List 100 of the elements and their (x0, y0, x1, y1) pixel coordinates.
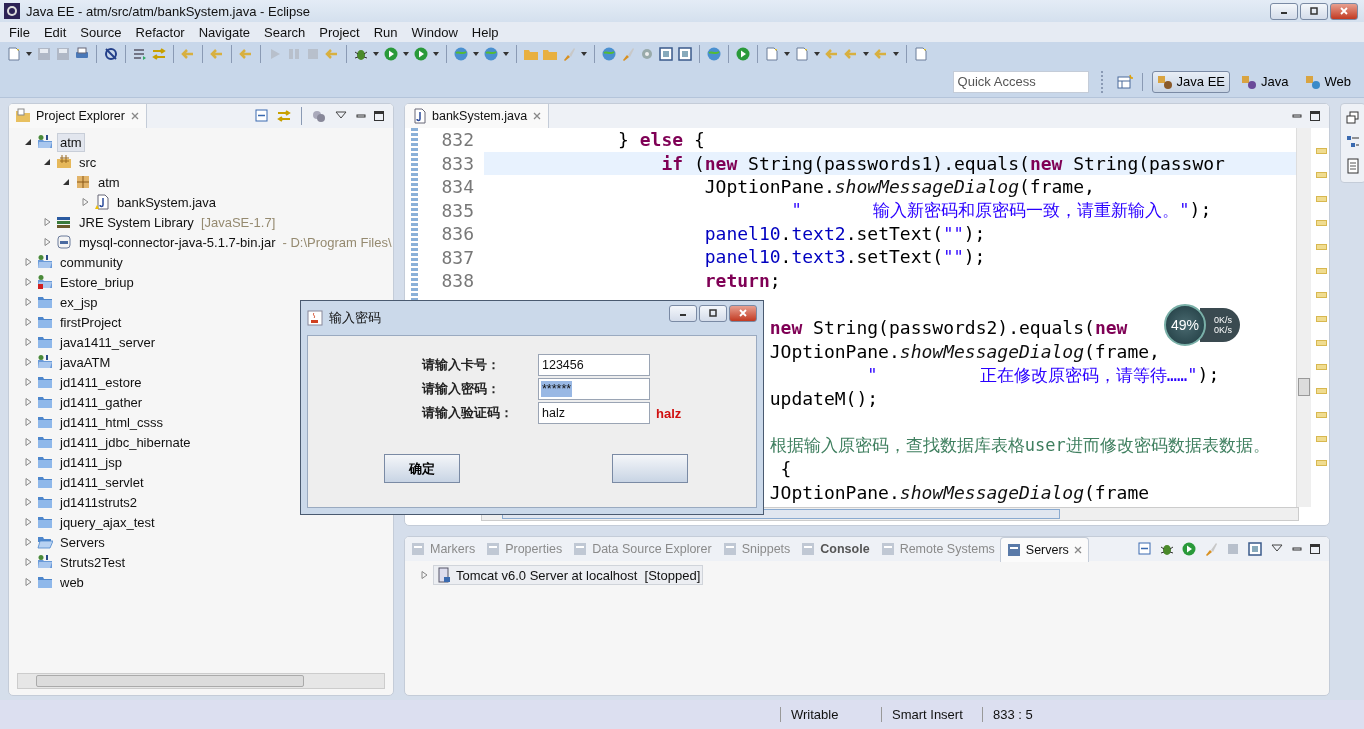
confirm-button[interactable]: 确定 (384, 454, 460, 483)
minimize-button[interactable] (669, 304, 697, 322)
tree-item[interactable]: atm (57, 132, 85, 152)
horizontal-scrollbar[interactable] (17, 673, 385, 689)
tree-item[interactable]: web (57, 572, 87, 592)
menu-item[interactable]: Refactor (128, 24, 192, 40)
run-icon[interactable] (383, 46, 399, 62)
expand-arrow-icon[interactable] (23, 477, 33, 487)
menu-item[interactable]: Project (312, 24, 367, 40)
expand-arrow-icon[interactable] (23, 497, 33, 507)
expand-arrow-icon[interactable] (42, 217, 52, 227)
tree-item[interactable]: jd1411_html_csss (57, 412, 167, 432)
view-tab[interactable]: Project Explorer (9, 104, 147, 128)
tree-item[interactable]: jd1411_estore (57, 372, 145, 392)
run-icon[interactable] (735, 46, 751, 62)
tree-item[interactable]: Servers (57, 532, 108, 552)
tree-item[interactable]: jd1411struts2 (57, 492, 141, 512)
tree-item[interactable]: javaATM (57, 352, 114, 372)
tree-item[interactable]: Estore_briup (57, 272, 137, 292)
expand-arrow-icon[interactable] (42, 237, 52, 247)
run-icon[interactable] (413, 46, 429, 62)
filter-icon[interactable] (311, 108, 327, 124)
run-icon[interactable] (1181, 541, 1197, 557)
tree-item[interactable]: ex_jsp (57, 292, 101, 312)
link-icon[interactable] (276, 108, 292, 124)
document-icon[interactable] (913, 46, 929, 62)
tree-item[interactable]: jd1411_servlet (57, 472, 147, 492)
quick-access-field[interactable]: Quick Access (952, 70, 1089, 93)
tree-item[interactable]: Struts2Test (57, 552, 129, 572)
frame-icon[interactable] (1247, 541, 1263, 557)
globe-icon[interactable] (706, 46, 722, 62)
stop-icon[interactable] (1225, 541, 1241, 557)
maximize-icon[interactable] (1309, 110, 1321, 122)
menu-item[interactable]: Source (73, 24, 129, 40)
tree-item[interactable]: JRE System Library (76, 212, 197, 232)
tree-item[interactable]: java1411_server (57, 332, 159, 352)
tree-item[interactable]: jd1411_jsp (57, 452, 125, 472)
input-field[interactable]: ****** (538, 378, 650, 400)
expand-arrow-icon[interactable] (23, 437, 33, 447)
expand-arrow-icon[interactable] (23, 557, 33, 567)
brush-icon[interactable] (620, 46, 636, 62)
menu-item[interactable]: Search (257, 24, 313, 40)
perspective-button[interactable]: Java EE (1151, 70, 1231, 93)
perspective-button[interactable]: Java (1236, 70, 1294, 93)
close-button[interactable] (1330, 2, 1358, 20)
expand-arrow-icon[interactable] (23, 277, 33, 287)
open-perspective-icon[interactable] (1116, 73, 1133, 90)
expand-arrow-icon[interactable] (419, 570, 429, 580)
menu-item[interactable]: Window (404, 24, 465, 40)
collapse-arrow-icon[interactable] (23, 137, 33, 147)
maximize-icon[interactable] (1309, 543, 1321, 555)
vertical-scrollbar[interactable] (1296, 128, 1311, 507)
tree-item[interactable]: bankSystem.java (114, 192, 219, 212)
list-icon[interactable] (132, 46, 148, 62)
tree-item[interactable]: community (57, 252, 126, 272)
frame-icon[interactable] (677, 46, 693, 62)
maximize-button[interactable] (699, 304, 727, 322)
editor-tab[interactable]: bankSystem.java (405, 104, 550, 128)
input-field[interactable]: halz (538, 402, 650, 424)
collapse-arrow-icon[interactable] (61, 177, 71, 187)
collapse-all-icon[interactable] (1137, 541, 1153, 557)
expand-arrow-icon[interactable] (23, 577, 33, 587)
tree-item[interactable]: jd1411_jdbc_hibernate (57, 432, 194, 452)
tree-item[interactable]: src (76, 152, 100, 172)
expand-arrow-icon[interactable] (23, 457, 33, 467)
tree-item[interactable]: mysql-connector-java-5.1.7-bin.jar (76, 232, 279, 252)
restore-icon[interactable] (1345, 110, 1361, 126)
expand-arrow-icon[interactable] (23, 337, 33, 347)
menu-item[interactable]: Help (464, 24, 506, 40)
expand-arrow-icon[interactable] (23, 257, 33, 267)
perspective-button[interactable]: Web (1299, 70, 1356, 93)
close-icon[interactable] (532, 111, 543, 121)
frame-icon[interactable] (658, 46, 674, 62)
task-list-icon[interactable] (1345, 158, 1361, 174)
dialog-button[interactable] (612, 454, 688, 483)
brush-icon[interactable] (1203, 541, 1219, 557)
expand-arrow-icon[interactable] (23, 417, 33, 427)
expand-arrow-icon[interactable] (23, 297, 33, 307)
menu-item[interactable]: File (2, 24, 37, 40)
tree-item[interactable]: atm (95, 172, 123, 192)
menu-item[interactable]: Navigate (191, 24, 257, 40)
tree-item[interactable]: jquery_ajax_test (57, 512, 158, 532)
tree-item[interactable]: firstProject (57, 312, 125, 332)
collapse-all-icon[interactable] (254, 108, 270, 124)
maximize-button[interactable] (1300, 2, 1328, 20)
input-field[interactable]: 123456 (538, 354, 650, 376)
close-button[interactable] (729, 304, 757, 322)
expand-arrow-icon[interactable] (23, 377, 33, 387)
expand-arrow-icon[interactable] (23, 537, 33, 547)
menu-item[interactable]: Run (366, 24, 405, 40)
close-icon[interactable] (129, 111, 140, 121)
expand-arrow-icon[interactable] (80, 197, 90, 207)
collapse-arrow-icon[interactable] (42, 157, 52, 167)
globe-icon[interactable] (601, 46, 617, 62)
view-tab[interactable]: Console (795, 537, 875, 561)
menu-item[interactable]: Edit (36, 24, 74, 40)
gear-icon[interactable] (639, 46, 655, 62)
expand-arrow-icon[interactable] (23, 517, 33, 527)
maximize-icon[interactable] (373, 110, 385, 122)
close-icon[interactable] (1072, 544, 1083, 555)
